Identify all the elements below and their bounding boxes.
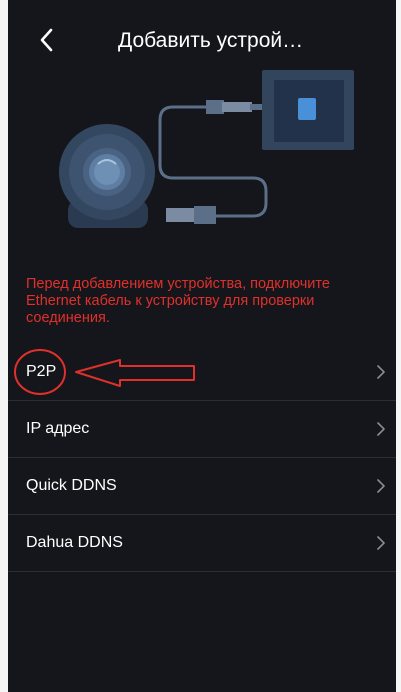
menu-item-ip-address[interactable]: IP адрес	[8, 401, 396, 458]
connection-method-list: P2P IP адрес Quick DDNS Dahua DDNS	[8, 344, 396, 572]
menu-item-quick-ddns[interactable]: Quick DDNS	[8, 458, 396, 515]
warning-message: Перед добавлением устройства, подключите…	[26, 276, 330, 326]
menu-item-p2p[interactable]: P2P	[8, 344, 396, 401]
connection-illustration	[8, 60, 396, 260]
chevron-left-icon	[40, 28, 53, 52]
menu-item-label: P2P	[26, 363, 57, 380]
chevron-right-icon	[377, 365, 385, 379]
menu-item-dahua-ddns[interactable]: Dahua DDNS	[8, 515, 396, 572]
menu-item-label: Quick DDNS	[26, 477, 117, 494]
phone-screen: Добавить устрой… Перед добавлением устро…	[8, 0, 396, 692]
chevron-right-icon	[377, 536, 385, 550]
router-icon	[262, 70, 354, 150]
ethernet-cable-icon	[158, 100, 268, 224]
back-button[interactable]	[36, 26, 58, 54]
page-title: Добавить устрой…	[118, 29, 304, 52]
menu-item-label: Dahua DDNS	[26, 534, 123, 551]
menu-item-label: IP адрес	[26, 420, 90, 437]
chevron-right-icon	[377, 422, 385, 436]
chevron-right-icon	[377, 479, 385, 493]
camera-icon	[59, 124, 155, 228]
